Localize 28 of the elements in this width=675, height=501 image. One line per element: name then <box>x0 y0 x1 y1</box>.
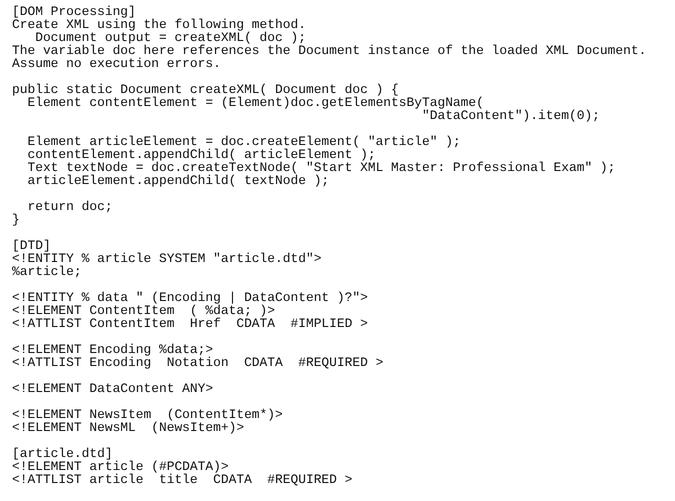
code-line: <!ELEMENT DataContent ANY> <box>12 382 214 395</box>
code-line: } <box>12 213 20 226</box>
code-line: <!ELEMENT NewsML (NewsItem+)> <box>12 421 244 434</box>
code-line: return doc; <box>26 200 113 213</box>
code-line: contentElement.appendChild( articleElement ); <box>26 148 376 161</box>
code-line: Document output = createXML( doc ); <box>34 31 306 44</box>
code-line: [article.dtd] <box>12 447 113 460</box>
code-line: Element articleElement = doc.createElement( "article" ); <box>26 135 461 148</box>
code-line: <!ELEMENT Encoding %data;> <box>12 343 214 356</box>
code-line: Text textNode = doc.createTextNode( "Start XML Master: Professional Exam" ); <box>26 161 616 174</box>
code-line: <!ELEMENT ContentItem ( %data; )> <box>12 304 276 317</box>
code-line: <!ENTITY % article SYSTEM "article.dtd"> <box>12 252 322 265</box>
code-line: <!ATTLIST ContentItem Href CDATA #IMPLIED > <box>12 317 368 330</box>
code-line: [DTD] <box>12 239 51 252</box>
code-line: <!ATTLIST Encoding Notation CDATA #REQUIRED > <box>12 356 384 369</box>
code-line: public static Document createXML( Document doc ) { <box>12 83 399 96</box>
code-line: Assume no execution errors. <box>12 57 221 70</box>
code-line: "DataContent").item(0); <box>422 109 600 122</box>
code-line: <!ELEMENT article (#PCDATA)> <box>12 460 229 473</box>
code-line: [DOM Processing] <box>12 5 136 18</box>
code-line: <!ATTLIST article title CDATA #REQUIRED > <box>12 473 352 486</box>
code-line: articleElement.appendChild( textNode ); <box>26 174 330 187</box>
code-line: <!ENTITY % data " (Encoding | DataContent )?"> <box>12 291 368 304</box>
code-line: Element contentElement = (Element)doc.getElementsByTagName( <box>27 96 484 109</box>
code-line: The variable doc here references the Document instance of the loaded XML Document. <box>12 44 646 57</box>
code-line: %article; <box>12 265 82 278</box>
code-line: <!ELEMENT NewsItem (ContentItem*)> <box>12 408 283 421</box>
code-line: Create XML using the following method. <box>12 18 306 31</box>
